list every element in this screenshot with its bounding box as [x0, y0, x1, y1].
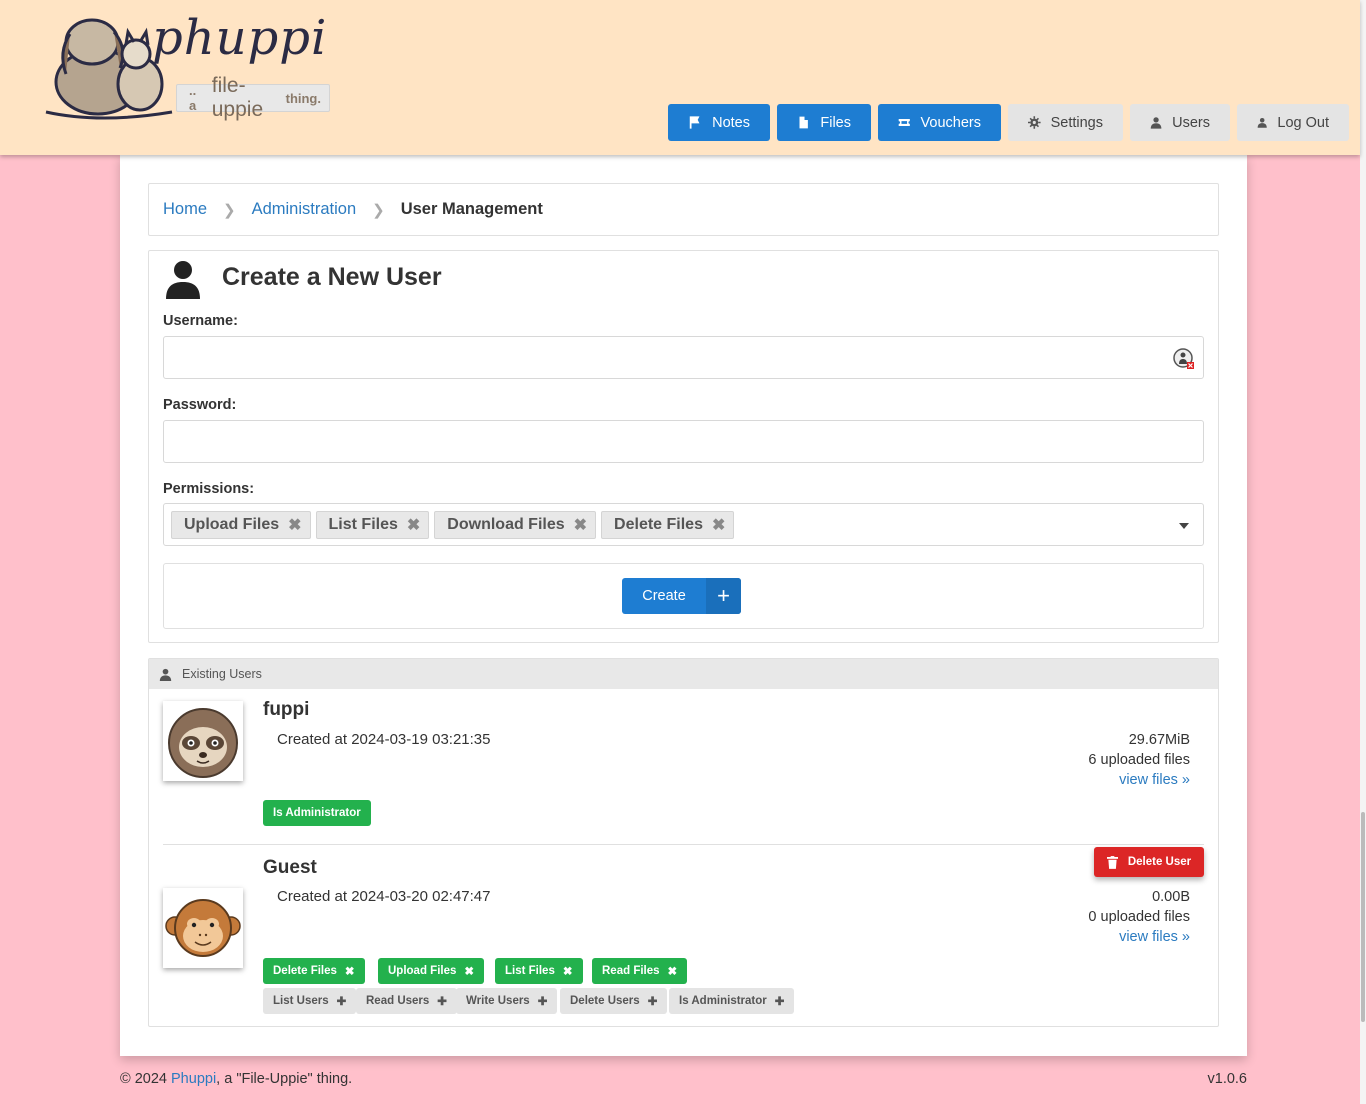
ticket-icon [898, 119, 910, 126]
plus-icon: + [706, 578, 741, 614]
file-icon [799, 116, 808, 129]
avatar [163, 888, 243, 968]
user-icon [159, 668, 172, 681]
monkey-avatar-icon [165, 899, 241, 957]
user-created-at: Created at 2024-03-20 02:47:47 [277, 888, 491, 905]
user-file-count: 6 uploaded files [1088, 752, 1190, 768]
sloth-avatar-icon [168, 708, 238, 778]
app-version: v1.0.6 [1207, 1071, 1248, 1087]
top-header: phuppi .. a file-uppie thing. Notes File… [0, 0, 1360, 155]
plus-icon: ✚ [336, 996, 347, 1008]
permission-tag: List Files ✖ [315, 510, 430, 539]
user-storage-size: 0.00B [1152, 889, 1190, 905]
permission-tag: Download Files ✖ [434, 510, 597, 539]
remove-icon: ✖ [344, 966, 355, 978]
permission-badge-granted[interactable]: Is Administrator [263, 800, 371, 826]
breadcrumb: Home ❯ Administration ❯ User Management [148, 183, 1219, 236]
delete-user-button[interactable]: Delete User [1094, 847, 1204, 877]
gear-icon [1028, 116, 1041, 129]
nav-users-button[interactable]: Users [1130, 104, 1230, 141]
brand-wordmark: phuppi [152, 10, 328, 66]
permission-tag: Delete Files ✖ [601, 510, 735, 539]
nav-settings-button[interactable]: Settings [1008, 104, 1123, 141]
password-field[interactable] [163, 420, 1204, 463]
chevron-right-icon: ❯ [223, 201, 236, 219]
remove-tag-icon[interactable]: ✖ [574, 515, 587, 535]
breadcrumb-home-link[interactable]: Home [163, 200, 207, 219]
view-files-link[interactable]: view files » [1088, 770, 1190, 790]
nav-vouchers-button[interactable]: Vouchers [878, 104, 1001, 141]
permission-tag: Upload Files ✖ [171, 510, 311, 539]
permission-badge-granted[interactable]: Upload Files ✖ [378, 958, 485, 984]
breadcrumb-current: User Management [400, 200, 543, 218]
remove-icon: ✖ [562, 966, 573, 978]
user-name: fuppi [263, 699, 310, 720]
plus-icon: ✚ [647, 996, 658, 1008]
create-user-button[interactable]: Create + [622, 578, 741, 614]
permissions-label: Permissions: [163, 481, 255, 497]
plus-icon: ✚ [437, 996, 447, 1008]
footer-phuppi-link[interactable]: Phuppi [171, 1071, 216, 1087]
phuppi-logo[interactable]: phuppi .. a file-uppie thing. [40, 10, 330, 121]
user-created-at: Created at 2024-03-19 03:21:35 [277, 731, 491, 748]
main-content: Home ❯ Administration ❯ User Management … [120, 155, 1247, 1056]
flag-icon [689, 116, 700, 129]
user-stats: 29.67MiB 6 uploaded files view files » [1088, 730, 1190, 790]
create-user-title: Create a New User [222, 263, 442, 291]
permission-badge-available[interactable]: List Users ✚ [263, 988, 357, 1014]
permission-badge-available[interactable]: Write Users ✚ [456, 988, 558, 1014]
user-icon [1257, 117, 1267, 128]
view-files-link[interactable]: view files » [1088, 927, 1190, 947]
user-icon [1150, 117, 1162, 129]
user-row: Guest Created at 2024-03-20 02:47:47 Del… [163, 845, 1204, 1025]
remove-tag-icon[interactable]: ✖ [712, 515, 725, 535]
breadcrumb-administration-link[interactable]: Administration [252, 200, 357, 219]
nav-files-button[interactable]: Files [777, 104, 871, 141]
scrollbar-thumb[interactable] [1361, 812, 1365, 1022]
existing-users-panel: Existing Users fuppi Created at 2024-03-… [148, 658, 1219, 1027]
permission-badge-granted[interactable]: List Files ✖ [495, 958, 583, 984]
user-storage-size: 29.67MiB [1128, 732, 1190, 748]
page-scrollbar[interactable] [1360, 0, 1366, 1104]
permissions-select[interactable]: Upload Files ✖ List Files ✖ Download Files… [163, 503, 1204, 546]
existing-users-header: Existing Users [149, 659, 1218, 689]
remove-tag-icon[interactable]: ✖ [288, 515, 301, 535]
trash-icon [1106, 855, 1118, 869]
user-icon [166, 261, 200, 299]
nav-notes-button[interactable]: Notes [668, 104, 770, 141]
nav-logout-button[interactable]: Log Out [1237, 104, 1349, 141]
create-actions: Create + [163, 563, 1204, 629]
user-name: Guest [263, 857, 317, 878]
chevron-right-icon: ❯ [372, 201, 385, 219]
avatar [163, 701, 243, 781]
username-label: Username: [163, 313, 238, 329]
password-label: Password: [163, 397, 237, 413]
permission-badge-granted[interactable]: Read Files ✖ [592, 958, 688, 984]
page-footer: © 2024 Phuppi, a "File-Uppie" thing. v1.… [120, 1071, 1247, 1087]
user-file-count: 0 uploaded files [1088, 909, 1190, 925]
username-field[interactable] [163, 336, 1204, 379]
plus-icon: ✚ [537, 996, 548, 1008]
user-row: fuppi Created at 2024-03-19 03:21:35 29.… [163, 689, 1204, 844]
user-stats: 0.00B 0 uploaded files view files » [1088, 887, 1190, 947]
permission-badge-granted[interactable]: Delete Files ✖ [263, 958, 365, 984]
permission-badge-available[interactable]: Is Administrator ✚ [669, 988, 795, 1014]
plus-icon: ✚ [774, 996, 785, 1008]
remove-icon: ✖ [667, 966, 678, 978]
brand-tagline: .. a file-uppie thing. [176, 74, 330, 121]
remove-icon: ✖ [464, 966, 475, 978]
password-manager-icon[interactable] [1173, 348, 1195, 370]
create-user-panel: Create a New User Username: Password: Pe… [148, 250, 1219, 643]
permission-badge-available[interactable]: Delete Users ✚ [560, 988, 668, 1014]
remove-tag-icon[interactable]: ✖ [407, 515, 420, 535]
chevron-down-icon[interactable] [1179, 523, 1189, 529]
permission-badge-available[interactable]: Read Users ✚ [356, 988, 457, 1014]
